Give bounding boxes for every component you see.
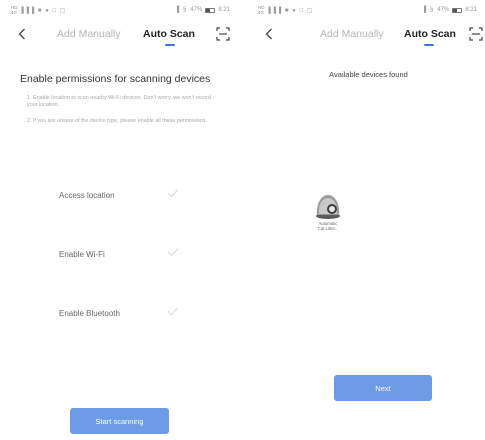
permissions-screen: HD 4G ▐▐▐ ■ ● □ ▢ ▐ § 47% 8:21 Add Manua… [5, 0, 238, 440]
scan-qr-icon[interactable] [469, 27, 483, 41]
battery-percent: 47% [190, 7, 203, 13]
clock: 8:21 [218, 7, 230, 13]
permission-label: Enable Bluetooth [59, 308, 120, 318]
scan-qr-icon[interactable] [216, 27, 230, 41]
network-type: HD 4G [258, 5, 265, 15]
start-scanning-button[interactable]: Start scanning [70, 408, 169, 434]
tab-auto-scan[interactable]: Auto Scan [404, 28, 456, 40]
status-bar: HD 4G ▐▐▐ ■ ● □ ▢ ▐ § 47% 8:21 [5, 0, 238, 20]
active-tab-indicator [165, 44, 175, 46]
page-title: Available devices found [329, 70, 408, 79]
tab-add-manually[interactable]: Add Manually [57, 28, 121, 40]
permission-row-bluetooth[interactable]: Enable Bluetooth [59, 303, 189, 323]
bluetooth-icon: ▐ § [175, 7, 188, 13]
litter-box-icon [316, 195, 340, 219]
signal-icons: ▐▐▐ ■ ● □ ▢ [266, 7, 314, 14]
battery-percent: 47% [437, 7, 450, 13]
devices-found-screen: HD 4G ▐▐▐ ■ ● □ ▢ ▐ § 47% 8:21 Add Manua… [252, 0, 485, 440]
tab-auto-scan[interactable]: Auto Scan [143, 28, 195, 40]
back-arrow-icon[interactable] [262, 25, 276, 43]
battery-fill [206, 8, 211, 12]
battery-icon [205, 7, 216, 13]
permission-note: 2. If you are unsure of the device type,… [27, 118, 208, 124]
permission-label: Access location [59, 190, 115, 200]
header: Add Manually Auto Scan [252, 22, 485, 46]
battery-fill [453, 8, 458, 12]
permission-row-location[interactable]: Access location [59, 185, 189, 205]
network-type: HD 4G [11, 5, 18, 15]
active-tab-indicator [424, 44, 434, 46]
device-name: Automatic Cat Litter... [317, 221, 339, 231]
clock: 8:21 [465, 7, 477, 13]
permission-note: 1. Enable location to scan nearby Wi-Fi … [27, 95, 211, 108]
device-item[interactable]: Automatic Cat Litter... [306, 190, 350, 231]
header: Add Manually Auto Scan [5, 22, 238, 46]
permission-label: Enable Wi-Fi [59, 249, 105, 259]
check-icon [167, 189, 179, 198]
tab-add-manually[interactable]: Add Manually [320, 28, 384, 40]
check-icon [167, 248, 179, 257]
battery-icon [452, 7, 463, 13]
permission-row-wifi[interactable]: Enable Wi-Fi [59, 244, 189, 264]
back-arrow-icon[interactable] [15, 25, 29, 43]
signal-icons: ▐▐▐ ■ ● □ ▢ [19, 7, 67, 14]
next-button[interactable]: Next [334, 375, 432, 401]
status-bar: HD 4G ▐▐▐ ■ ● □ ▢ ▐ § 47% 8:21 [252, 0, 485, 20]
bluetooth-icon: ▐ § [422, 7, 435, 13]
page-title: Enable permissions for scanning devices [20, 73, 211, 85]
check-icon [167, 307, 179, 316]
